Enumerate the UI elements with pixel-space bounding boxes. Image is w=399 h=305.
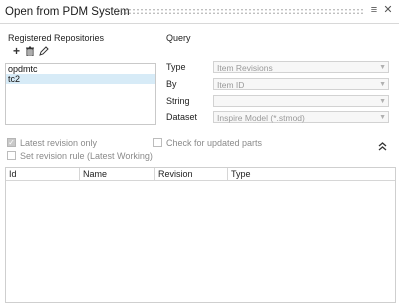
trash-icon[interactable] [24,46,35,57]
repository-list[interactable]: opdmtc tc2 [5,63,156,125]
chevron-down-icon: ▼ [379,98,386,105]
title-divider [0,23,399,24]
set-revision-rule-checkbox[interactable] [7,151,16,160]
window-title: Open from PDM System [5,6,130,18]
check-updated-label: Check for updated parts [166,138,263,148]
set-revision-rule-label: Set revision rule (Latest Working) [20,151,153,161]
double-chevron-up-icon[interactable] [378,141,387,154]
latest-revision-checkbox[interactable]: ✓ [7,138,16,147]
string-select[interactable]: ▼ [213,95,389,107]
chevron-down-icon: ▼ [379,114,386,121]
type-select[interactable]: Item Revisions ▼ [213,61,389,73]
chevron-down-icon: ▼ [379,64,386,71]
column-header-type[interactable]: Type [228,168,395,181]
drag-handle[interactable] [116,8,364,15]
hamburger-menu-icon[interactable]: ≡ [368,4,380,16]
results-table[interactable]: Id Name Revision Type [5,167,396,303]
column-header-name[interactable]: Name [80,168,155,181]
latest-revision-label: Latest revision only [20,138,98,148]
query-heading: Query [166,33,191,43]
by-value: Item ID [217,80,245,90]
column-header-id[interactable]: Id [6,168,80,181]
check-updated-checkbox[interactable] [153,138,162,147]
type-label: Type [166,62,186,72]
repository-item-tc2[interactable]: tc2 [6,74,155,84]
by-select[interactable]: Item ID ▼ [213,78,389,90]
pencil-icon[interactable] [38,46,49,57]
chevron-down-icon: ▼ [379,81,386,88]
repositories-heading: Registered Repositories [8,33,105,43]
type-value: Item Revisions [217,63,273,73]
dataset-select[interactable]: Inspire Model (*.stmod) ▼ [213,111,389,123]
by-label: By [166,79,177,89]
column-header-revision[interactable]: Revision [155,168,228,181]
repository-item-opdmtc[interactable]: opdmtc [6,64,155,74]
string-label: String [166,96,190,106]
close-icon[interactable]: ✕ [382,4,394,16]
dataset-label: Dataset [166,112,198,122]
dataset-value: Inspire Model (*.stmod) [217,113,305,123]
plus-icon[interactable]: + [11,45,22,57]
